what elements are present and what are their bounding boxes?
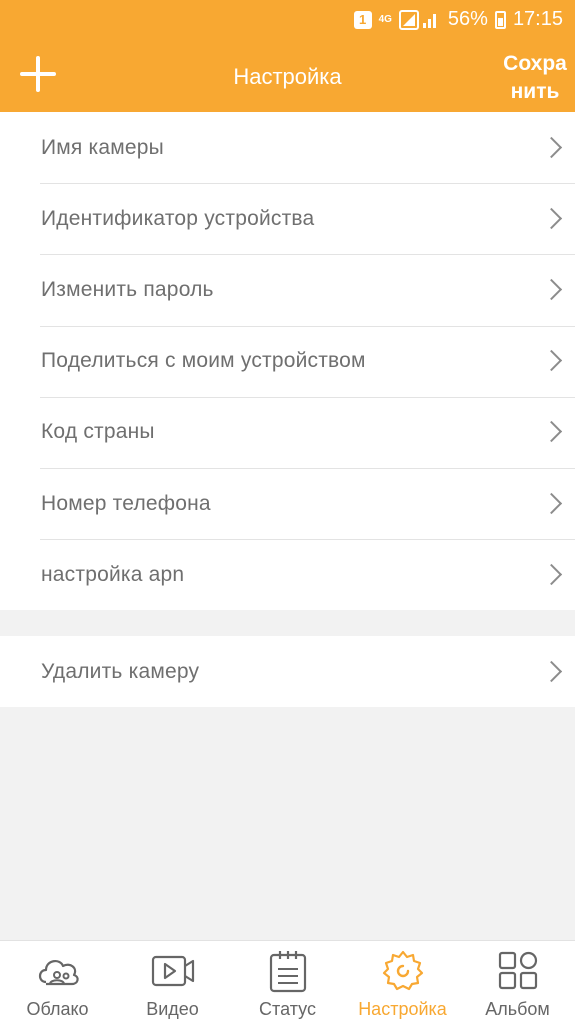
- tab-label: Альбом: [485, 999, 550, 1019]
- chevron-right-icon: [540, 660, 563, 682]
- chevron-right-icon: [540, 278, 563, 301]
- tab-label: Видео: [146, 999, 199, 1019]
- chevron-right-icon: [540, 350, 563, 372]
- bottom-tab-bar: Облако Видео Статус Настройка Альбом: [0, 940, 575, 1024]
- settings-item-label: Номер телефона: [41, 491, 211, 515]
- status-bar: 1 4G 56% 17:15: [0, 0, 575, 40]
- network-type: 4G: [378, 13, 392, 25]
- delete-camera-button[interactable]: Удалить камеру: [0, 636, 575, 707]
- cloud-icon: [38, 960, 79, 986]
- page-title: Настройка: [233, 64, 342, 89]
- tab-settings[interactable]: Настройка: [345, 941, 460, 1024]
- delete-section: Удалить камеру: [0, 636, 575, 708]
- signal-icon: [398, 9, 436, 30]
- album-grid-icon: [498, 951, 537, 990]
- video-icon: [151, 955, 194, 987]
- settings-item-share-device[interactable]: Поделиться с моим устройством: [0, 325, 575, 397]
- battery-icon: [494, 10, 506, 29]
- chevron-right-icon: [540, 492, 563, 514]
- settings-list: Имя камеры Идентификатор устройства Изме…: [0, 112, 575, 611]
- battery-percent: 56%: [447, 8, 488, 30]
- settings-item-label: Код страны: [41, 420, 155, 444]
- settings-item-label: Изменить пароль: [41, 277, 214, 301]
- status-bar-indicators: 1 4G 56% 17:15: [353, 8, 563, 31]
- tab-label: Настройка: [358, 999, 447, 1019]
- save-button[interactable]: Сохранить: [499, 50, 571, 106]
- tab-cloud[interactable]: Облако: [0, 941, 115, 1024]
- clock: 17:15: [512, 8, 563, 30]
- delete-camera-label: Удалить камеру: [41, 659, 200, 683]
- settings-item-device-id[interactable]: Идентификатор устройства: [0, 183, 575, 254]
- chevron-right-icon: [540, 421, 563, 443]
- tab-status[interactable]: Статус: [230, 941, 345, 1024]
- settings-item-label: Поделиться с моим устройством: [41, 349, 366, 373]
- chevron-right-icon: [540, 563, 563, 585]
- notepad-icon: [269, 951, 306, 993]
- chevron-right-icon: [540, 207, 563, 229]
- settings-item-camera-name[interactable]: Имя камеры: [0, 112, 575, 183]
- chevron-right-icon: [540, 136, 563, 158]
- settings-item-label: Идентификатор устройства: [41, 206, 315, 230]
- settings-item-phone-number[interactable]: Номер телефона: [0, 467, 575, 539]
- settings-item-label: Имя камеры: [41, 135, 164, 159]
- settings-item-country-code[interactable]: Код страны: [0, 396, 575, 468]
- tab-label: Статус: [259, 999, 316, 1019]
- tab-video[interactable]: Видео: [115, 941, 230, 1024]
- gear-icon: [382, 950, 423, 991]
- tab-label: Облако: [26, 999, 89, 1019]
- tab-album[interactable]: Альбом: [460, 941, 575, 1024]
- settings-item-change-password[interactable]: Изменить пароль: [0, 254, 575, 325]
- settings-item-label: настройка apn: [41, 562, 185, 586]
- settings-item-apn[interactable]: настройка apn: [0, 539, 575, 610]
- notification-badge: 1: [353, 10, 372, 29]
- app-header: Настройка Сохранить: [0, 40, 575, 112]
